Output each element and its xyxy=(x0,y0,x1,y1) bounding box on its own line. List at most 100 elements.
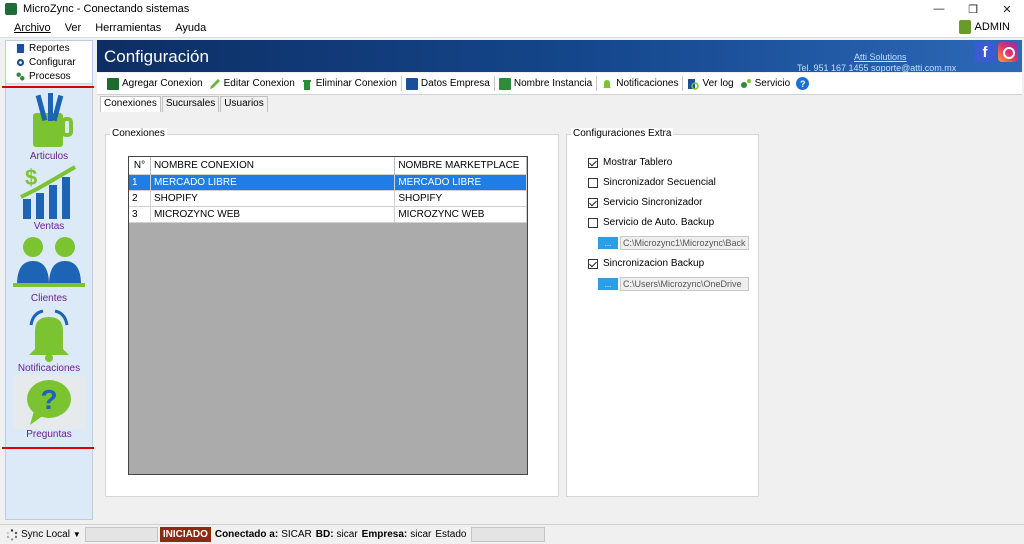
nav-notificaciones-label: Notificaciones xyxy=(17,363,81,374)
nav-procesos-label: Procesos xyxy=(29,70,71,82)
estado-field xyxy=(470,527,545,542)
option-sincronizador-secuencial[interactable]: Sincronizador Secuencial xyxy=(588,177,716,188)
sync-backup-path-field[interactable]: C:\Users\Microzync\OneDrive xyxy=(620,277,749,291)
page-title: Configuración xyxy=(104,47,209,66)
user-badge[interactable]: ADMIN xyxy=(958,20,1010,34)
nav-preguntas[interactable]: ? Preguntas xyxy=(6,375,92,440)
option-auto-backup[interactable]: Servicio de Auto. Backup xyxy=(588,217,714,228)
empresa-value: sicar xyxy=(410,529,432,540)
tab-usuarios[interactable]: Usuarios xyxy=(220,96,268,112)
auto-backup-path-field[interactable]: C:\Microzync1\Microzync\Back xyxy=(620,236,749,250)
help-button[interactable]: ? xyxy=(793,75,812,93)
nav-separator-top xyxy=(2,86,94,88)
view-log-button[interactable]: Ver log xyxy=(684,75,736,93)
instagram-icon[interactable] xyxy=(998,42,1018,62)
bell-icon xyxy=(603,79,612,88)
instance-icon xyxy=(498,77,511,90)
option-mostrar-tablero[interactable]: Mostrar Tablero xyxy=(588,157,672,168)
auto-backup-browse-button[interactable]: ... xyxy=(598,237,618,249)
add-connection-button[interactable]: Agregar Conexion xyxy=(104,75,206,93)
header-banner: Configuración Atti Solutions Tel. 951 16… xyxy=(97,40,1022,73)
service-button[interactable]: Servicio xyxy=(737,75,794,93)
edit-connection-button[interactable]: Editar Conexion xyxy=(206,75,298,93)
gears-icon xyxy=(740,78,751,88)
nav-configurar[interactable]: Configurar xyxy=(6,55,92,69)
minimize-button[interactable]: — xyxy=(922,0,956,18)
nav-ventas[interactable]: $ Ventas xyxy=(6,163,92,232)
auto-backup-label: Servicio de Auto. Backup xyxy=(603,217,715,228)
service-label: Servicio xyxy=(754,78,791,89)
articles-icon xyxy=(33,93,73,147)
extra-config-legend: Configuraciones Extra xyxy=(571,128,674,139)
sync-dropdown[interactable]: Sync Local ▼ xyxy=(6,528,81,541)
table-row[interactable]: 1 MERCADO LIBRE MERCADO LIBRE xyxy=(129,175,527,191)
spinner-icon xyxy=(6,528,18,541)
nav-notificaciones[interactable]: Notificaciones xyxy=(6,305,92,374)
nav-ventas-label: Ventas xyxy=(33,221,65,232)
row-marketplace-name: SHOPIFY xyxy=(395,191,527,207)
nav-procesos[interactable]: Procesos xyxy=(6,69,92,83)
servicio-sincronizador-checkbox[interactable] xyxy=(588,197,598,208)
header-connection-name[interactable]: NOMBRE CONEXION xyxy=(150,157,396,175)
nav-clientes[interactable]: Clientes xyxy=(6,235,92,304)
toolbar: Agregar Conexion Editar Conexion Elimina… xyxy=(97,73,1022,95)
row-connection-name: SHOPIFY xyxy=(150,191,396,207)
title-bar: MicroZync - Conectando sistemas — ❐ ✕ xyxy=(0,0,1024,18)
process-icon xyxy=(16,71,25,81)
option-sincronizacion-backup[interactable]: Sincronizacion Backup xyxy=(588,258,704,269)
close-button[interactable]: ✕ xyxy=(990,0,1024,18)
table-row[interactable]: 3 MICROZYNC WEB MICROZYNC WEB xyxy=(129,207,527,223)
restore-button[interactable]: ❐ xyxy=(956,0,990,18)
menu-archivo[interactable]: Archivo xyxy=(14,22,51,34)
clients-icon xyxy=(13,237,85,287)
option-servicio-sincronizador[interactable]: Servicio Sincronizador xyxy=(588,197,703,208)
window-title: MicroZync - Conectando sistemas xyxy=(23,3,190,15)
company-link[interactable]: Atti Solutions xyxy=(854,52,907,62)
table-row[interactable]: 2 SHOPIFY SHOPIFY xyxy=(129,191,527,207)
menu-herramientas[interactable]: Herramientas xyxy=(95,22,161,34)
tab-conexiones[interactable]: Conexiones xyxy=(100,96,161,112)
delete-connection-button[interactable]: Eliminar Conexion xyxy=(298,75,400,93)
mostrar-tablero-checkbox[interactable] xyxy=(588,157,598,168)
sincronizador-secuencial-checkbox[interactable] xyxy=(588,177,598,188)
row-marketplace-name: MERCADO LIBRE xyxy=(395,175,527,191)
status-field-1 xyxy=(84,527,158,542)
nav-clientes-label: Clientes xyxy=(30,293,68,304)
sync-backup-path-row: ... C:\Users\Microzync\OneDrive xyxy=(598,277,749,291)
toolbar-separator xyxy=(682,76,684,91)
row-connection-name: MICROZYNC WEB xyxy=(150,207,396,223)
header-marketplace-name[interactable]: NOMBRE MARKETPLACE xyxy=(395,157,527,175)
header-number[interactable]: N° xyxy=(129,157,151,175)
questions-icon-frame: ? xyxy=(13,375,85,429)
service-state-badge: INICIADO xyxy=(159,527,211,542)
contact-info: Tel. 951 167 1455 soporte@atti.com.mx xyxy=(797,63,957,73)
tab-sucursales[interactable]: Sucursales xyxy=(161,96,220,112)
instance-name-button[interactable]: Nombre Instancia xyxy=(496,75,595,93)
user-icon xyxy=(958,20,971,34)
facebook-icon[interactable]: f xyxy=(975,42,995,62)
menu-ayuda[interactable]: Ayuda xyxy=(175,22,206,34)
config-tabs: Conexiones Sucursales Usuarios xyxy=(100,96,269,112)
sincronizacion-backup-label: Sincronizacion Backup xyxy=(603,258,705,269)
auto-backup-path-row: ... C:\Microzync1\Microzync\Back xyxy=(598,236,749,250)
sync-backup-browse-button[interactable]: ... xyxy=(598,278,618,290)
auto-backup-checkbox[interactable] xyxy=(588,217,598,228)
sincronizacion-backup-checkbox[interactable] xyxy=(588,258,598,269)
notifications-button[interactable]: Notificaciones xyxy=(598,75,681,93)
save-add-icon xyxy=(107,77,119,90)
connections-grid[interactable]: N° NOMBRE CONEXION NOMBRE MARKETPLACE 1 … xyxy=(128,156,528,475)
nav-reportes[interactable]: Reportes xyxy=(6,41,92,55)
extra-config-group: Configuraciones Extra xyxy=(566,128,759,497)
nav-articulos[interactable]: Articulos xyxy=(6,91,92,162)
nav-top-menu: Reportes Configurar Procesos xyxy=(6,41,92,84)
row-marketplace-name: MICROZYNC WEB xyxy=(395,207,527,223)
company-data-button[interactable]: Datos Empresa xyxy=(403,75,493,93)
delete-connection-label: Eliminar Conexion xyxy=(315,78,397,89)
gear-icon xyxy=(16,58,25,66)
bd-label: BD: xyxy=(315,529,334,540)
add-connection-label: Agregar Conexion xyxy=(122,78,203,89)
estado-label: Estado xyxy=(435,529,467,540)
menu-ver[interactable]: Ver xyxy=(65,22,82,34)
grid-header: N° NOMBRE CONEXION NOMBRE MARKETPLACE xyxy=(129,157,527,175)
trash-icon xyxy=(302,79,311,90)
